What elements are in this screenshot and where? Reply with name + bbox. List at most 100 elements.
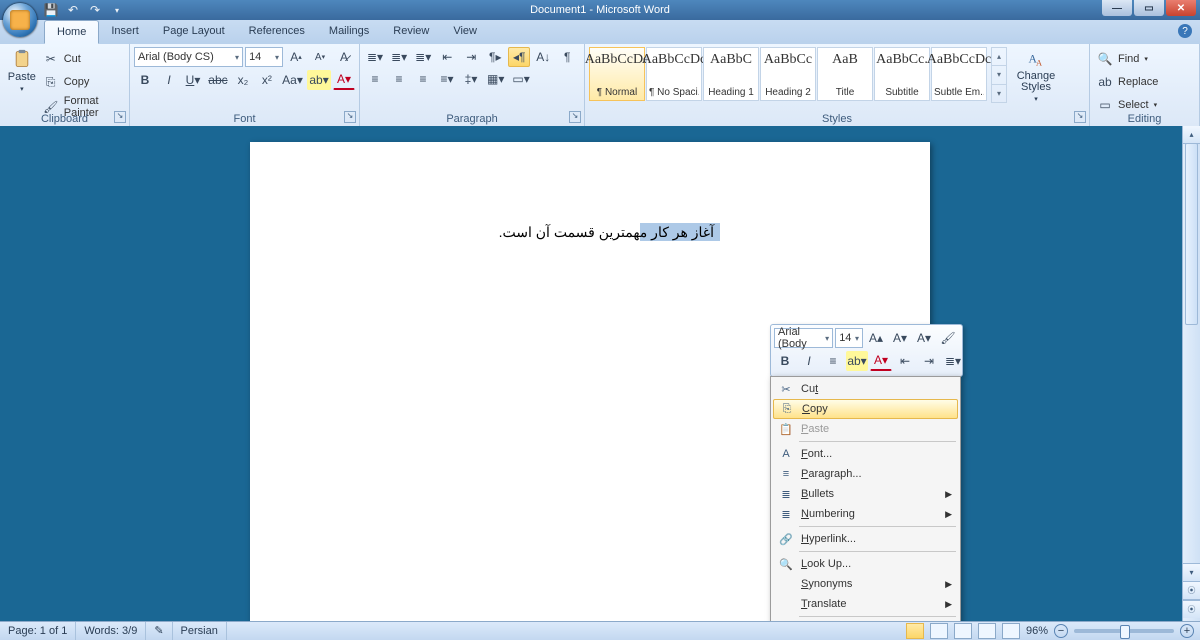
vertical-scrollbar[interactable]: ▴ ▾ ⦿ ⦿	[1182, 126, 1200, 622]
prev-page-icon[interactable]: ⦿	[1183, 581, 1200, 600]
italic-button[interactable]: I	[158, 70, 180, 90]
style-gallery[interactable]: AaBbCcDc¶ NormalAaBbCcDc¶ No Spaci...AaB…	[589, 47, 987, 105]
clipboard-dialog-launcher[interactable]: ↘	[114, 111, 126, 123]
mini-size-combo[interactable]: 14▾	[835, 328, 863, 348]
mini-highlight[interactable]: ab▾	[846, 351, 868, 371]
style-subtle-em---[interactable]: AaBbCcDcSubtle Em...	[931, 47, 987, 101]
style---normal[interactable]: AaBbCcDc¶ Normal	[589, 47, 645, 101]
scroll-thumb[interactable]	[1185, 143, 1198, 325]
mini-font-combo[interactable]: Arial (Body▾	[774, 328, 833, 348]
superscript-button[interactable]: x²	[256, 70, 278, 90]
qat-customize-icon[interactable]: ▾	[110, 3, 124, 17]
scroll-down-icon[interactable]: ▾	[1183, 563, 1200, 582]
line-spacing-button[interactable]: ‡▾	[460, 69, 482, 89]
maximize-button[interactable]: ▭	[1134, 0, 1164, 16]
context-cut[interactable]: ✂Cut	[773, 379, 958, 399]
bold-button[interactable]: B	[134, 70, 156, 90]
style-heading-2[interactable]: AaBbCcHeading 2	[760, 47, 816, 101]
view-full-screen[interactable]	[930, 623, 948, 639]
style---no-spaci---[interactable]: AaBbCcDc¶ No Spaci...	[646, 47, 702, 101]
grow-font-button[interactable]: A▴	[285, 47, 307, 67]
mini-italic[interactable]: I	[798, 351, 820, 371]
ltr-button[interactable]: ¶▸	[484, 47, 506, 67]
tab-view[interactable]: View	[441, 20, 489, 44]
mini-align[interactable]: ≡	[822, 351, 844, 371]
subscript-button[interactable]: x₂	[232, 70, 254, 90]
shrink-font-button[interactable]: A▾	[309, 47, 331, 67]
style-subtitle[interactable]: AaBbCc.Subtitle	[874, 47, 930, 101]
save-icon[interactable]: 💾	[44, 3, 58, 17]
view-draft[interactable]	[1002, 623, 1020, 639]
shading-button[interactable]: ▦▾	[484, 69, 507, 89]
bullets-button[interactable]: ≣▾	[364, 47, 386, 67]
mini-shrink-font[interactable]: A▾	[889, 328, 911, 348]
rtl-button[interactable]: ◂¶	[508, 47, 530, 67]
status-proofing-icon[interactable]: ✎	[146, 622, 172, 640]
zoom-level[interactable]: 96%	[1026, 625, 1048, 637]
context-hyperlink[interactable]: 🔗Hyperlink...	[773, 529, 958, 549]
context-font[interactable]: AFont...	[773, 444, 958, 464]
mini-styles[interactable]: A▾	[913, 328, 935, 348]
cut-button[interactable]: ✂Cut	[40, 49, 125, 69]
zoom-in-button[interactable]: +	[1180, 624, 1194, 638]
font-color-button[interactable]: A▾	[333, 69, 355, 90]
style-heading-1[interactable]: AaBbCHeading 1	[703, 47, 759, 101]
style-title[interactable]: AaBTitle	[817, 47, 873, 101]
office-button[interactable]	[3, 3, 37, 37]
align-right-button[interactable]: ≡	[412, 69, 434, 89]
mini-bullets[interactable]: ≣▾	[942, 351, 964, 371]
change-case-button[interactable]: Aa▾	[280, 70, 305, 90]
undo-icon[interactable]: ↶	[66, 3, 80, 17]
next-page-icon[interactable]: ⦿	[1183, 600, 1200, 618]
mini-decrease-indent[interactable]: ⇤	[894, 351, 916, 371]
tab-review[interactable]: Review	[381, 20, 441, 44]
align-left-button[interactable]: ≡	[364, 69, 386, 89]
context-lookup[interactable]: 🔍Look Up...	[773, 554, 958, 574]
context-bullets[interactable]: ≣Bullets▶	[773, 484, 958, 504]
change-styles-button[interactable]: AA Change Styles▾	[1011, 47, 1061, 105]
mini-bold[interactable]: B	[774, 351, 796, 371]
styles-dialog-launcher[interactable]: ↘	[1074, 111, 1086, 123]
mini-increase-indent[interactable]: ⇥	[918, 351, 940, 371]
decrease-indent-button[interactable]: ⇤	[436, 47, 458, 67]
context-translate[interactable]: Translate▶	[773, 594, 958, 614]
select-button[interactable]: ▭Select▾	[1094, 95, 1195, 115]
view-outline[interactable]	[978, 623, 996, 639]
mini-font-color[interactable]: A▾	[870, 350, 892, 371]
context-synonyms[interactable]: Synonyms▶	[773, 574, 958, 594]
minimize-button[interactable]: —	[1102, 0, 1132, 16]
view-print-layout[interactable]	[906, 623, 924, 639]
sort-button[interactable]: A↓	[532, 47, 554, 67]
scroll-up-icon[interactable]: ▴	[1183, 126, 1200, 144]
help-icon[interactable]: ?	[1178, 24, 1192, 38]
font-name-combo[interactable]: Arial (Body CS)▾	[134, 47, 243, 67]
tab-page-layout[interactable]: Page Layout	[151, 20, 237, 44]
show-marks-button[interactable]: ¶	[556, 47, 578, 67]
font-dialog-launcher[interactable]: ↘	[344, 111, 356, 123]
context-paragraph[interactable]: ≡Paragraph...	[773, 464, 958, 484]
context-numbering[interactable]: ≣Numbering▶	[773, 504, 958, 524]
multilevel-button[interactable]: ≣▾	[412, 47, 434, 67]
justify-button[interactable]: ≡▾	[436, 69, 458, 89]
copy-button[interactable]: ⎘Copy	[40, 72, 125, 92]
zoom-slider[interactable]	[1074, 629, 1174, 633]
redo-icon[interactable]: ↷	[88, 3, 102, 17]
zoom-out-button[interactable]: −	[1054, 624, 1068, 638]
document-text[interactable]: آغاز هر کار مهمترین قسمت آن است.	[499, 224, 714, 241]
view-web-layout[interactable]	[954, 623, 972, 639]
strike-button[interactable]: abc	[206, 70, 230, 90]
find-button[interactable]: 🔍Find▾	[1094, 49, 1195, 69]
numbering-button[interactable]: ≣▾	[388, 47, 410, 67]
mini-grow-font[interactable]: A▴	[865, 328, 887, 348]
clear-formatting-button[interactable]: A̷	[333, 47, 355, 67]
mini-format-painter[interactable]: 🖌	[937, 328, 959, 348]
zoom-thumb[interactable]	[1120, 625, 1130, 639]
paste-button[interactable]: Paste ▾	[4, 47, 40, 109]
highlight-button[interactable]: ab▾	[307, 70, 331, 90]
borders-button[interactable]: ▭▾	[509, 69, 532, 89]
font-size-combo[interactable]: 14▾	[245, 47, 283, 67]
paragraph-dialog-launcher[interactable]: ↘	[569, 111, 581, 123]
tab-references[interactable]: References	[237, 20, 317, 44]
align-center-button[interactable]: ≡	[388, 69, 410, 89]
replace-button[interactable]: abReplace	[1094, 72, 1195, 92]
